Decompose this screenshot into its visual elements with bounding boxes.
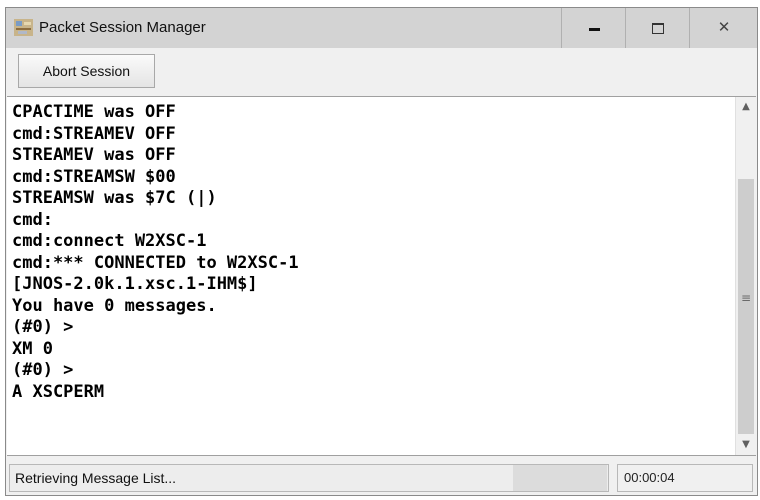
elapsed-time: 00:00:04 (624, 470, 675, 485)
console-line: [JNOS-2.0k.1.xsc.1-IHM$] (12, 274, 258, 294)
console-line: STREAMSW was $7C (|) (12, 188, 217, 208)
close-button[interactable]: ✕ (689, 8, 757, 48)
minimize-icon (589, 28, 600, 31)
maximize-button[interactable] (625, 8, 689, 48)
title-bar[interactable]: Packet Session Manager ✕ (6, 8, 757, 48)
status-bar: Retrieving Message List... 00:00:04 (6, 460, 757, 495)
console-line: (#0) > (12, 317, 74, 337)
console-line: XM 0 (12, 338, 53, 359)
console-line: cmd:STREAMSW $00 (12, 166, 176, 187)
scroll-down-icon[interactable]: ▼ (736, 435, 756, 455)
abort-session-button[interactable]: Abort Session (18, 54, 155, 88)
console-output: CPACTIME was OFF cmd:STREAMEV OFF STREAMEV… (12, 102, 299, 403)
scroll-up-icon[interactable]: ▲ (736, 97, 756, 117)
status-progress-fill (513, 465, 607, 491)
vertical-scrollbar[interactable]: ▲ ≡ ▼ (735, 97, 756, 455)
scroll-thumb[interactable]: ≡ (738, 179, 754, 434)
window-title: Packet Session Manager (39, 19, 206, 36)
status-panel: Retrieving Message List... (9, 464, 609, 492)
minimize-button[interactable] (561, 8, 625, 48)
status-message: Retrieving Message List... (15, 470, 177, 486)
packet-app-icon (14, 19, 33, 36)
console-line: A XSCPERM (12, 381, 105, 402)
console-line: cmd: (12, 209, 53, 230)
console-line: cmd:connect W2XSC-1 (12, 231, 207, 251)
console-line: You have 0 messages. (12, 295, 217, 316)
console-line: cmd:*** CONNECTED to W2XSC-1 (12, 252, 299, 273)
console-line: STREAMEV was OFF (12, 145, 176, 165)
timer-panel: 00:00:04 (617, 464, 753, 492)
maximize-icon (652, 23, 664, 34)
close-icon: ✕ (717, 18, 731, 36)
grip-icon: ≡ (740, 291, 752, 305)
session-console[interactable]: CPACTIME was OFF cmd:STREAMEV OFF STREAMEV… (7, 96, 756, 456)
console-line: CPACTIME was OFF (12, 102, 176, 122)
console-line: (#0) > (12, 360, 74, 380)
console-line: cmd:STREAMEV OFF (12, 123, 176, 144)
packet-session-manager-window: Packet Session Manager ✕ Abort Session C… (5, 7, 758, 496)
